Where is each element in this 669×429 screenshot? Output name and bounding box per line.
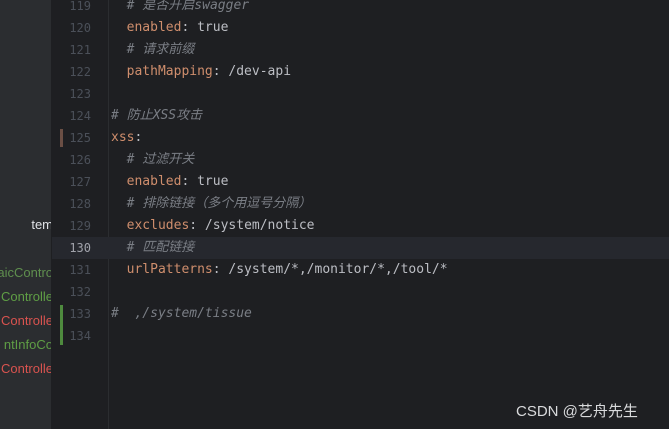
code-line[interactable]: 123 (52, 83, 669, 105)
yaml-comment: # 匹配链接 (126, 240, 195, 255)
code-text: # 排除链接（多个用逗号分隔） (111, 193, 312, 215)
code-line[interactable]: 133 # ,/system/tissue (52, 303, 669, 325)
code-line[interactable]: 124 # 防止XSS攻击 (52, 105, 669, 127)
line-number: 122 (69, 65, 91, 79)
watermark: CSDN @艺舟先生 (516, 403, 638, 420)
code-line[interactable]: 121 # 请求前缀 (52, 39, 669, 61)
code-line[interactable]: 126 # 过滤开关 (52, 149, 669, 171)
code-text: xss: (111, 127, 142, 149)
code-line[interactable]: 122 pathMapping: /dev-api (52, 61, 669, 83)
project-tool-window: tem aicContro Controlle Controlle ntInfo… (0, 0, 51, 429)
line-number: 121 (69, 43, 91, 57)
line-number: 120 (69, 21, 91, 35)
code-line[interactable]: 132 (52, 281, 669, 303)
line-number: 123 (69, 87, 91, 101)
line-number: 130 (69, 241, 91, 255)
code-text: enabled: true (111, 17, 229, 39)
yaml-comment: # 请求前缀 (126, 42, 195, 57)
yaml-value: : true (181, 174, 229, 189)
code-line[interactable]: 129 excludes: /system/notice (52, 215, 669, 237)
yaml-value: : (134, 130, 143, 145)
line-number: 125 (69, 131, 91, 145)
yaml-key: enabled (126, 174, 182, 189)
code-text: enabled: true (111, 171, 229, 193)
code-text: # 匹配链接 (111, 237, 195, 259)
line-number: 119 (69, 0, 91, 13)
vcs-change-marker[interactable] (60, 305, 63, 345)
code-line[interactable]: 128 # 排除链接（多个用逗号分隔） (52, 193, 669, 215)
yaml-value: : true (181, 20, 229, 35)
line-number: 134 (69, 329, 91, 343)
line-number: 124 (69, 109, 91, 123)
code-line[interactable]: 127 enabled: true (52, 171, 669, 193)
project-tree-item[interactable]: Controlle (1, 289, 51, 305)
code-text: # ,/system/tissue (111, 303, 252, 325)
line-number: 129 (69, 219, 91, 233)
yaml-value: : /system/*,/monitor/*,/tool/* (212, 262, 448, 277)
code-text: urlPatterns: /system/*,/monitor/*,/tool/… (111, 259, 448, 281)
yaml-key: xss (111, 130, 135, 145)
yaml-comment: # ,/system/tissue (111, 306, 252, 321)
code-line[interactable]: 130 # 匹配链接 (52, 237, 669, 259)
yaml-comment: # 是否开启swagger (126, 0, 250, 13)
code-text: pathMapping: /dev-api (111, 61, 291, 83)
code-text: # 防止XSS攻击 (111, 105, 202, 127)
code-text: # 过滤开关 (111, 149, 195, 171)
yaml-value: : /system/notice (189, 218, 315, 233)
code-text: excludes: /system/notice (111, 215, 315, 237)
code-line[interactable]: 119 # 是否开启swagger (52, 0, 669, 17)
yaml-key: enabled (126, 20, 182, 35)
yaml-value: : /dev-api (212, 64, 292, 79)
yaml-key: pathMapping (126, 64, 213, 79)
line-number: 133 (69, 307, 91, 321)
project-tree-item[interactable]: Controlle (1, 361, 51, 377)
project-tree-item[interactable]: ntInfoCo (4, 337, 51, 353)
line-number: 128 (69, 197, 91, 211)
code-text: # 是否开启swagger (111, 0, 249, 17)
code-line[interactable]: 120 enabled: true (52, 17, 669, 39)
yaml-comment: # 过滤开关 (126, 152, 195, 167)
line-number: 126 (69, 153, 91, 167)
line-number: 131 (69, 263, 91, 277)
project-tree-item[interactable]: tem (31, 217, 51, 233)
code-line[interactable]: 134 (52, 325, 669, 347)
yaml-comment: # 防止XSS攻击 (111, 108, 203, 123)
code-line[interactable]: 131 urlPatterns: /system/*,/monitor/*,/t… (52, 259, 669, 281)
code-text: # 请求前缀 (111, 39, 195, 61)
yaml-comment: # 排除链接（多个用逗号分隔） (126, 196, 312, 211)
yaml-key: excludes (126, 218, 190, 233)
vcs-change-marker[interactable] (60, 129, 63, 147)
code-line[interactable]: 125 xss: (52, 127, 669, 149)
project-tree-item[interactable]: aicContro (0, 265, 51, 281)
project-tree-item[interactable]: Controlle (1, 313, 51, 329)
line-number: 127 (69, 175, 91, 189)
yaml-key: urlPatterns (126, 262, 213, 277)
line-number: 132 (69, 285, 91, 299)
